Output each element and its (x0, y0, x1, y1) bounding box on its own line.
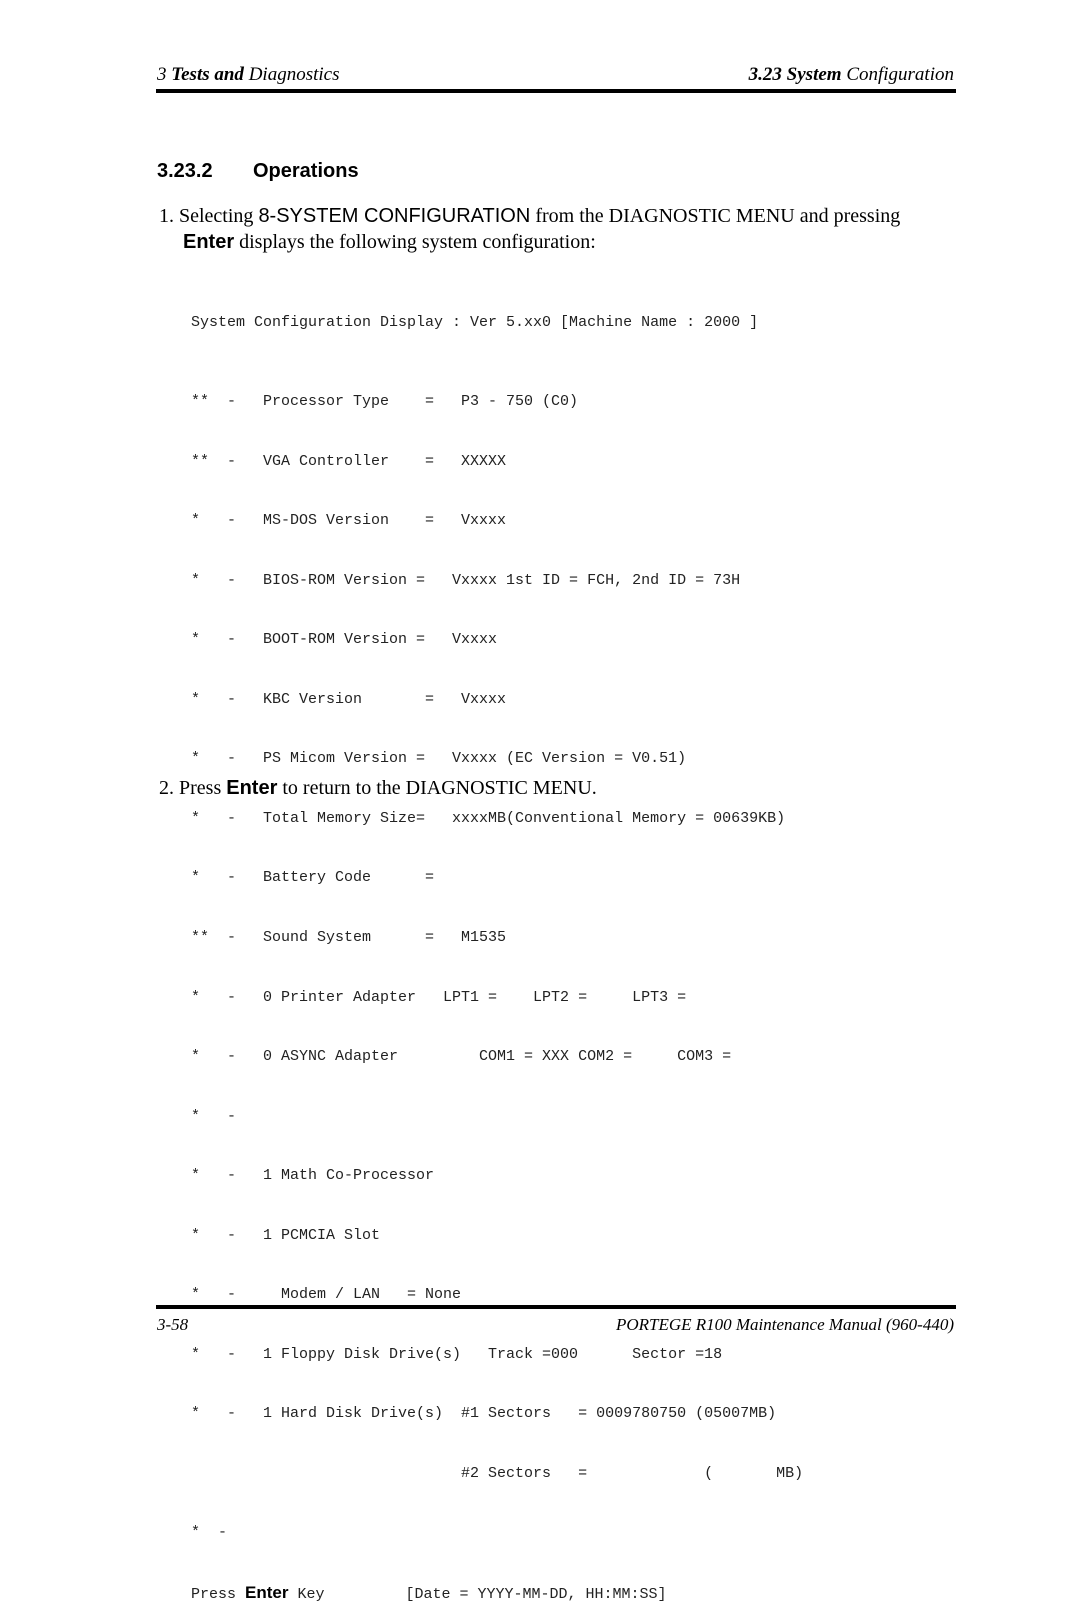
step-1-line-2: Enter displays the following system conf… (183, 229, 596, 255)
config-line: * - 0 Printer Adapter LPT1 = LPT2 = LPT3… (191, 988, 687, 1006)
config-line: ** - Processor Type = P3 - 750 (C0) (191, 393, 579, 411)
running-header-chapter: 3 Tests and Diagnostics (157, 63, 339, 87)
chapter-title-bold: Tests and (171, 64, 244, 85)
step-1-line-1: 1. Selecting 8-SYSTEM CONFIGURATION from… (159, 203, 900, 229)
config-line: * - BOOT-ROM Version = Vxxxx (191, 631, 498, 649)
step-2: 2. Press Enter to return to the DIAGNOST… (159, 775, 597, 801)
footer-rule (156, 1305, 956, 1309)
config-line: * - 1 Floppy Disk Drive(s) Track =000 Se… (191, 1345, 723, 1363)
config-line: * - KBC Version = Vxxxx (191, 690, 507, 708)
enter-key-label: Enter (245, 1582, 289, 1602)
config-line: * - 1 PCMCIA Slot (191, 1226, 381, 1244)
press-suffix: Key [Date = YYYY-MM-DD, HH:MM:SS] (288, 1585, 667, 1603)
system-configuration-display: System Configuration Display : Ver 5.xx0… (191, 273, 803, 1623)
step-1-prefix: 1. Selecting (159, 205, 259, 227)
config-line: * - 1 Hard Disk Drive(s) #1 Sectors = 00… (191, 1405, 777, 1423)
chapter-title-rest: Diagnostics (243, 64, 340, 85)
config-line: * - PS Micom Version = Vxxxx (EC Version… (191, 750, 687, 768)
section-heading: 3.23.2 Operations (157, 158, 359, 184)
page-number: 3-58 (157, 1315, 189, 1334)
config-line: * - Battery Code = (191, 869, 435, 887)
step-2-rest: to return to the DIAGNOSTIC MENU. (277, 777, 597, 799)
config-line: * - 1 Math Co-Processor (191, 1167, 435, 1185)
section-number: 3.23.2 (157, 160, 213, 182)
config-line: * - Total Memory Size= xxxxMB(Convention… (191, 809, 786, 827)
config-line: * - (191, 1107, 237, 1125)
manual-title: PORTEGE R100 Maintenance Manual (960-440… (615, 1315, 954, 1334)
header-rule (156, 89, 956, 93)
section-ref-rest: Configuration (841, 64, 954, 85)
press-prefix: Press (191, 1585, 246, 1603)
config-line: * - 0 ASYNC Adapter COM1 = XXX COM2 = CO… (191, 1048, 732, 1066)
enter-key-label: Enter (226, 777, 278, 799)
section-ref-bold: 3.23 System (748, 64, 842, 85)
chapter-number: 3 (157, 64, 172, 85)
step-2-prefix: 2. Press (159, 777, 227, 799)
enter-key-label: Enter (183, 231, 235, 253)
section-title: Operations (253, 160, 359, 182)
config-line: ** - Sound System = M1535 (191, 929, 507, 946)
display-title: System Configuration Display : Ver 5.xx0… (191, 313, 759, 331)
config-line: * - Modem / LAN = None (191, 1286, 462, 1304)
config-line: ** - VGA Controller = XXXXX (191, 452, 507, 470)
config-line: * - BIOS-ROM Version = Vxxxx 1st ID = FC… (191, 571, 741, 589)
step-1-mid: from the DIAGNOSTIC MENU and pressing (530, 205, 901, 227)
step-1-rest: displays the following system configurat… (234, 231, 596, 253)
config-line-last: * - (191, 1524, 228, 1542)
menu-item-name: 8-SYSTEM CONFIGURATION (258, 205, 531, 227)
running-header-section: 3.23 System Configuration (749, 63, 954, 87)
config-line: * - MS-DOS Version = Vxxxx (191, 512, 507, 530)
config-line: #2 Sectors = ( MB) (191, 1464, 804, 1482)
press-enter-line: Press Enter Key [Date = YYYY-MM-DD, HH:M… (191, 1583, 803, 1603)
